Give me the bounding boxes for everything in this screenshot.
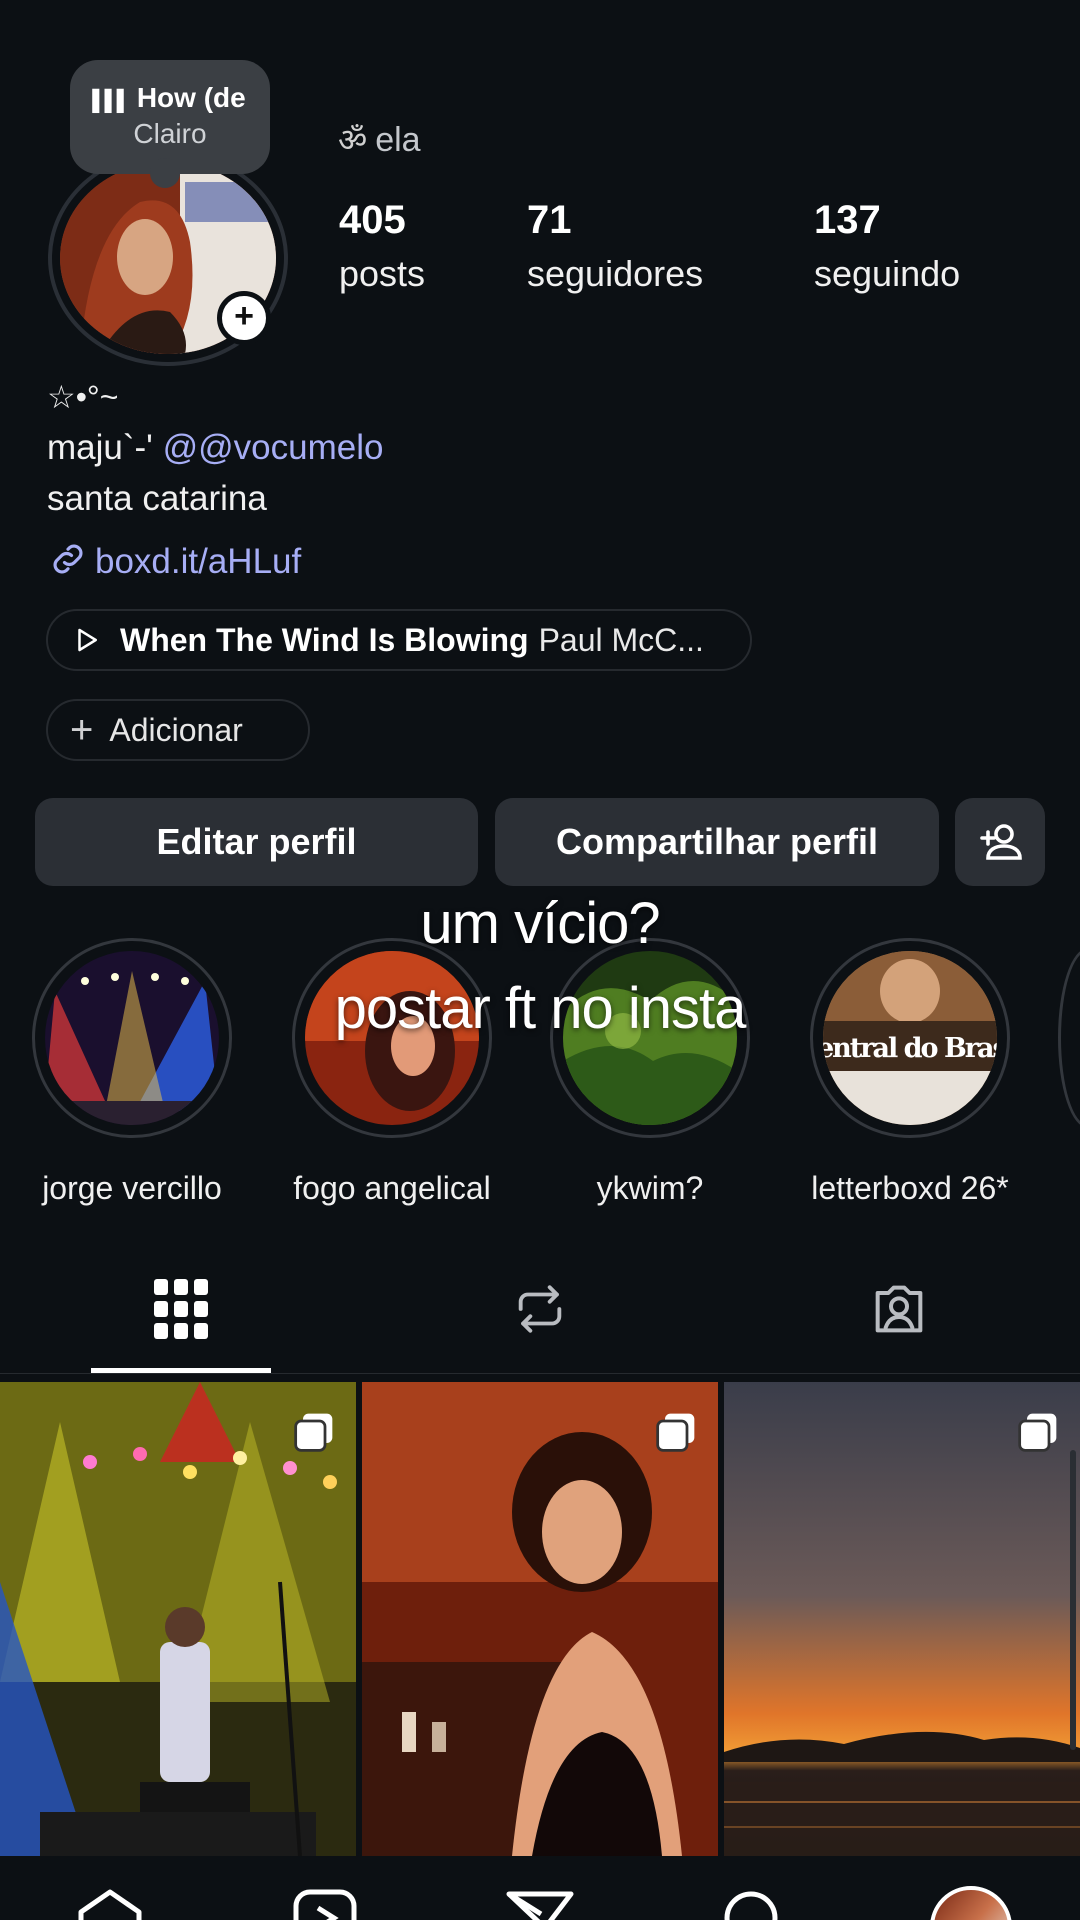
pronoun-text: ela: [375, 121, 421, 159]
discover-people-button[interactable]: [955, 798, 1045, 886]
note-title-text: How (de: [136, 82, 246, 113]
note-title: ▌▌▌ How (de: [70, 82, 270, 114]
highlight-label: jorge vercillo: [42, 1170, 222, 1206]
add-button[interactable]: + Adicionar: [46, 699, 310, 761]
reposts-icon: [518, 1285, 562, 1333]
tab-tagged[interactable]: [859, 1274, 939, 1344]
stat-followers-value: 71: [527, 198, 572, 242]
link-icon: [47, 538, 87, 589]
play-icon: [78, 628, 97, 652]
tab-posts[interactable]: [141, 1274, 221, 1344]
music-note-bubble[interactable]: ▌▌▌ How (de Clairo: [70, 60, 270, 188]
stat-posts-value: 405: [339, 198, 406, 242]
stat-following[interactable]: 137 seguindo: [814, 198, 960, 295]
pronouns: ॐ ela: [338, 118, 421, 161]
audio-bars-icon: ▌▌▌: [92, 90, 130, 112]
threads-link[interactable]: @@vocumelo: [163, 428, 384, 467]
overlay-caption-line1: um vício?: [420, 891, 660, 956]
search-icon: [724, 1891, 778, 1920]
bio-link-text: boxd.it/aHLuf: [95, 541, 302, 581]
stat-posts[interactable]: 405 posts: [339, 198, 425, 295]
post-thumbnail[interactable]: [362, 1382, 718, 1856]
add-story-button[interactable]: +: [217, 291, 271, 345]
threads-icon: @: [162, 428, 199, 467]
post-thumbnail[interactable]: [0, 1382, 356, 1856]
nav-reels[interactable]: [290, 1888, 360, 1920]
add-person-icon: [980, 824, 1022, 860]
nav-search[interactable]: [718, 1888, 788, 1920]
note-artist: Clairo: [133, 118, 207, 149]
stat-posts-label: posts: [339, 253, 426, 294]
plus-icon: +: [70, 707, 94, 752]
stat-followers[interactable]: 71 seguidores: [527, 198, 703, 295]
profile-music[interactable]: When The Wind Is Blowing Paul McC...: [46, 609, 752, 671]
highlight-label: ykwim?: [596, 1170, 704, 1206]
om-symbol-icon: ॐ: [338, 122, 368, 158]
stat-followers-label: seguidores: [527, 253, 704, 294]
grid-icon: [154, 1279, 208, 1339]
carousel-icon: [656, 1413, 695, 1452]
music-artist: Paul McC...: [538, 621, 704, 658]
post-thumbnail[interactable]: [724, 1382, 1080, 1856]
scrollbar[interactable]: [1070, 1450, 1076, 1750]
edit-profile-button[interactable]: Editar perfil: [35, 798, 478, 886]
overlay-caption-line2: postar ft no insta: [334, 976, 747, 1041]
share-profile-button[interactable]: Compartilhar perfil: [495, 798, 939, 886]
threads-handle: @vocumelo: [198, 428, 384, 467]
music-title: When The Wind Is Blowing: [120, 621, 529, 658]
carousel-icon: [294, 1413, 333, 1452]
tab-divider: [0, 1373, 1080, 1374]
nav-messages[interactable]: [505, 1888, 575, 1920]
home-icon: [78, 1889, 142, 1920]
bio-link[interactable]: boxd.it/aHLuf: [47, 538, 301, 589]
nav-home[interactable]: [75, 1888, 145, 1920]
bio-location: santa catarina: [47, 479, 267, 518]
display-name: maju`-': [47, 428, 153, 467]
carousel-icon: [1018, 1413, 1057, 1452]
messages-icon: [506, 1891, 574, 1920]
add-label: Adicionar: [109, 711, 243, 748]
reels-icon: [293, 1889, 357, 1920]
bio-symbols: ☆•°~: [47, 379, 119, 415]
tab-reposts[interactable]: [500, 1274, 580, 1344]
tagged-icon: [875, 1285, 923, 1333]
bio-name-line: maju`-' @@vocumelo: [47, 428, 383, 468]
stat-following-value: 137: [814, 198, 881, 242]
stat-following-label: seguindo: [814, 253, 961, 294]
highlight-label: fogo angelical: [293, 1170, 491, 1206]
highlight-label: letterboxd 26*: [811, 1170, 1009, 1206]
